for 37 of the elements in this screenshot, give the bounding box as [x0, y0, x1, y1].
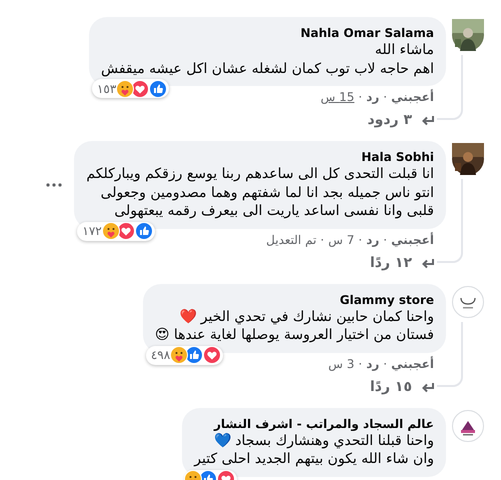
separator-dot: · [358, 89, 362, 106]
separator-dot: · [358, 232, 362, 248]
logo-icon[interactable] [452, 286, 484, 318]
comment-text: واحنا كمان حابين نشارك في تحدي الخير ❤ فستان من اختيار العروسة يوصلها لغاية عندها 😍 [154, 308, 434, 344]
reply-arrow-icon [420, 114, 434, 126]
reply-arrow-icon [420, 380, 434, 392]
separator-dot: · [358, 356, 362, 372]
more-icon[interactable] [46, 182, 62, 187]
reply-link[interactable]: رد [366, 88, 380, 106]
comment-text: انا قبلت التحدى كل الى ساعدهم ربنا يوسع رزقكم ويباركلكم انتو ناس جميله بجد انا لما شفتهم وهما مصدومين وجعولى قلبى وانا نفسى اساعد ياريت الى بيعرف رقمه يبعتهولى [86, 165, 434, 220]
like-link[interactable]: أعجبني [391, 354, 434, 372]
replies-link[interactable]: ١٥ ردًا [370, 378, 434, 394]
timestamp-link[interactable]: 15 س [320, 88, 354, 106]
separator-dot: · [320, 232, 324, 248]
edited-label: تم التعديل [266, 232, 316, 248]
reaction-count[interactable]: ١٥٣ [92, 79, 170, 98]
reaction-count[interactable]: ١٧٢ [77, 222, 155, 240]
author-name[interactable]: Glammy store [154, 292, 434, 308]
comment-text: ماشاء الله اهم حاجه لاب توب كمان لشغله عشان اكل عيشه ميقفش [100, 41, 434, 78]
reaction-count[interactable]: ٤٩٨ [146, 346, 224, 364]
replies-link[interactable]: ٣ ردود [367, 112, 434, 128]
author-name[interactable]: عالم السجاد والمراتب - اشرف النشار [194, 416, 434, 432]
separator-dot: · [383, 356, 388, 372]
reply-arrow-icon [420, 256, 434, 268]
replies-link[interactable]: ١٢ ردًا [370, 254, 434, 270]
reply-link[interactable]: رد [366, 354, 380, 372]
separator-dot: · [383, 232, 388, 248]
comment-text: واحنا قبلنا التحدي وهنشارك بسجاد 💙 وان شاء الله يكون بيتهم الجديد احلى كتير [194, 432, 434, 468]
reply-link[interactable]: رد [366, 230, 380, 248]
author-name[interactable]: Nahla Omar Salama [100, 25, 434, 41]
like-link[interactable]: أعجبني [391, 230, 434, 248]
timestamp-link[interactable]: 7 س [328, 230, 354, 248]
timestamp-link[interactable]: 3 س [328, 354, 354, 372]
author-name[interactable]: Hala Sobhi [86, 149, 434, 165]
like-link[interactable]: أعجبني [391, 88, 434, 106]
separator-dot: · [383, 89, 388, 106]
logo-icon[interactable] [452, 410, 484, 442]
